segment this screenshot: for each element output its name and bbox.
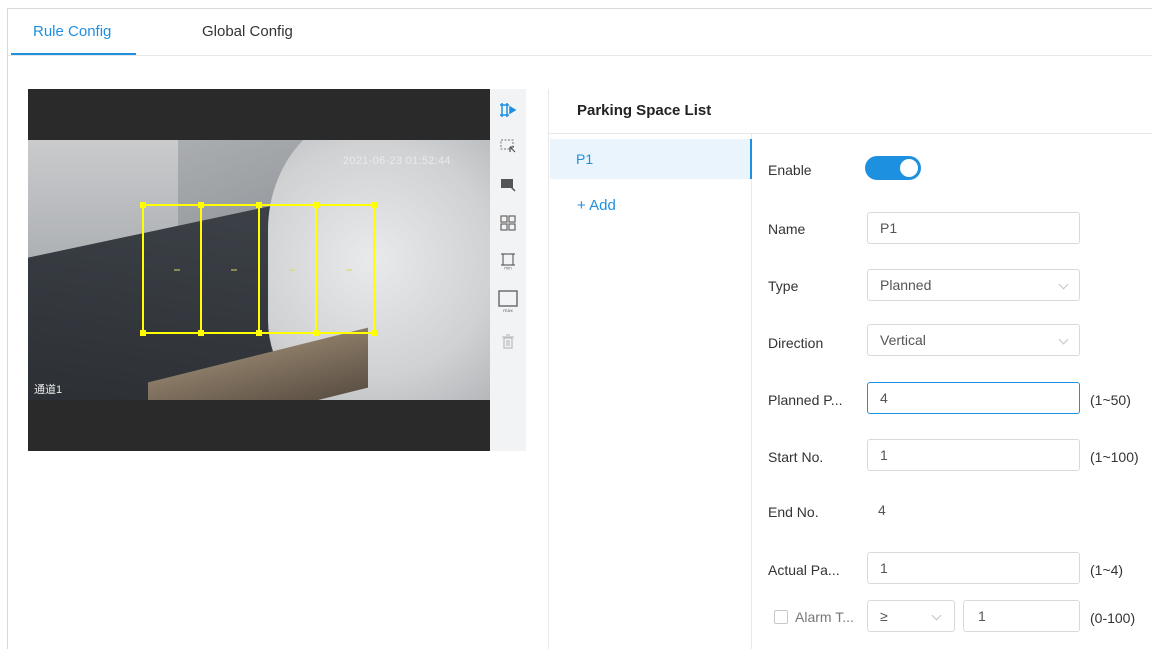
- start-no-range: (1~100): [1090, 449, 1139, 465]
- drawing-toolbar: min max: [490, 89, 526, 451]
- parking-space-list: P1 + Add: [549, 134, 752, 649]
- type-select-value: Planned: [880, 277, 932, 293]
- parking-space-overlay[interactable]: [28, 89, 490, 451]
- tab-bar: Rule Config Global Config: [8, 9, 1152, 56]
- panel-title: Parking Space List: [577, 102, 712, 119]
- type-select[interactable]: Planned: [867, 269, 1080, 301]
- direction-select[interactable]: Vertical: [867, 324, 1080, 356]
- actual-spaces-range: (1~4): [1090, 562, 1124, 578]
- panel-header: Parking Space List: [549, 89, 1152, 134]
- direction-select-value: Vertical: [880, 332, 926, 348]
- clear-area-icon[interactable]: [499, 176, 517, 194]
- planned-spaces-range: (1~50): [1090, 392, 1131, 408]
- max-size-icon[interactable]: max: [497, 289, 519, 313]
- actual-spaces-label: Actual Pa...: [768, 562, 840, 578]
- delete-icon[interactable]: [499, 333, 517, 351]
- alarm-operator-select[interactable]: ≥: [867, 600, 955, 632]
- parking-space-2: [200, 204, 260, 334]
- min-size-icon[interactable]: min: [499, 252, 517, 270]
- name-input[interactable]: P1: [867, 212, 1080, 244]
- alarm-threshold-checkbox[interactable]: [774, 610, 788, 624]
- parking-space-3: [258, 204, 317, 334]
- list-item-label: P1: [576, 151, 594, 167]
- active-tab-indicator: [11, 53, 136, 55]
- tab-global-config[interactable]: Global Config: [202, 23, 293, 40]
- chevron-down-icon: [1058, 279, 1069, 290]
- parking-space-4: [315, 204, 375, 334]
- alarm-operator-value: ≥: [880, 608, 888, 624]
- chevron-down-icon: [1058, 334, 1069, 345]
- end-no-label: End No.: [768, 504, 819, 520]
- enable-toggle[interactable]: [865, 156, 921, 180]
- tab-rule-config[interactable]: Rule Config: [33, 23, 111, 40]
- toggle-knob: [900, 159, 918, 177]
- parking-space-form: Enable Name P1 Type Planned Direction Ve…: [752, 134, 1152, 649]
- end-no-value: 4: [878, 502, 886, 518]
- add-parking-space-button[interactable]: + Add: [577, 197, 616, 214]
- grid-icon[interactable]: [499, 214, 517, 232]
- planned-spaces-label: Planned P...: [768, 392, 843, 408]
- type-label: Type: [768, 278, 799, 294]
- alarm-threshold-range: (0-100): [1090, 610, 1136, 626]
- planned-spaces-input[interactable]: 4: [867, 382, 1080, 414]
- parking-space-panel: Parking Space List P1 + Add Enable Name …: [548, 89, 1152, 649]
- actual-spaces-input[interactable]: 1: [867, 552, 1080, 584]
- list-item-p1[interactable]: P1: [550, 139, 752, 179]
- chevron-down-icon: [931, 610, 942, 621]
- video-preview[interactable]: 2021-06-23 01:52:44 通道1: [28, 89, 490, 451]
- start-no-label: Start No.: [768, 449, 824, 465]
- svg-text:min: min: [504, 266, 512, 271]
- select-area-icon[interactable]: [499, 137, 517, 155]
- alarm-threshold-input[interactable]: 1: [963, 600, 1080, 632]
- draw-rule-icon[interactable]: [499, 101, 517, 119]
- start-no-input[interactable]: 1: [867, 439, 1080, 471]
- direction-label: Direction: [768, 335, 824, 351]
- name-label: Name: [768, 221, 806, 237]
- app-frame: Rule Config Global Config 2021-06-23 01:…: [7, 8, 1152, 649]
- parking-space-1: [142, 204, 202, 334]
- enable-label: Enable: [768, 162, 812, 178]
- svg-text:max: max: [503, 309, 513, 313]
- alarm-threshold-label: Alarm T...: [795, 609, 854, 625]
